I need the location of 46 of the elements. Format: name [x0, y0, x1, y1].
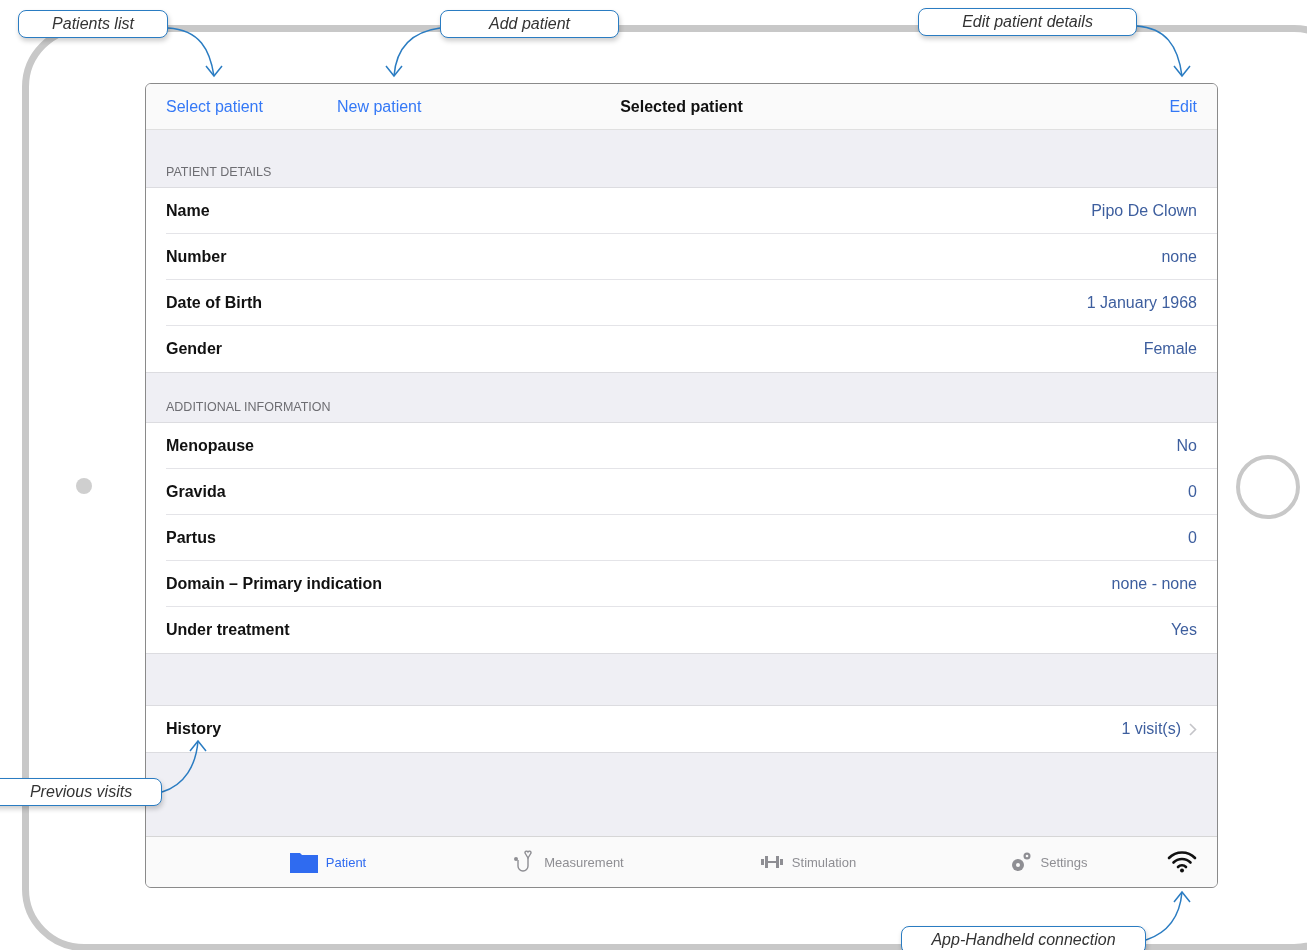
callout-arrow [1145, 890, 1191, 941]
row-label: Date of Birth [166, 293, 262, 312]
row-label: Name [166, 201, 210, 220]
row-value: 1 visit(s) [1121, 720, 1181, 738]
section-header: PATIENT DETAILS [166, 165, 272, 179]
row-value: Female [1143, 340, 1197, 358]
row-value: Pipo De Clown [1091, 201, 1197, 220]
nav-link[interactable]: Select patient [166, 97, 263, 116]
callout-label: Previous visits [0, 778, 162, 806]
camera-dot [76, 478, 92, 494]
row-label: Number [166, 247, 227, 266]
row-value: 1 January 1968 [1086, 293, 1197, 312]
section-header: ADDITIONAL INFORMATION [166, 400, 331, 414]
callout-label: Patients list [18, 10, 168, 38]
wifi-icon[interactable] [1167, 851, 1197, 873]
chevron-icon [1189, 722, 1197, 736]
row-value: Yes [1170, 621, 1197, 639]
row-label: Partus [166, 528, 216, 547]
tab[interactable]: Stimulation [688, 842, 928, 882]
row-label: Gender [166, 340, 222, 358]
row-label: Gravida [166, 482, 226, 501]
row-value: none [1161, 247, 1197, 266]
row-value: 0 [1188, 528, 1197, 547]
history-row[interactable]: History 1 visit(s) [146, 706, 1217, 753]
callout-arrow [167, 27, 223, 78]
row-value: No [1176, 436, 1197, 455]
dumbbell-icon [759, 855, 784, 869]
edit-link[interactable]: Edit [1169, 97, 1197, 116]
row-value: none - none [1111, 574, 1197, 593]
row-label: Menopause [166, 436, 254, 455]
row-label: History [166, 720, 222, 738]
callout-label: App-Handheld connection [901, 926, 1146, 950]
callout-arrow [385, 27, 441, 78]
tab[interactable]: Measurement [448, 842, 688, 882]
nav-link[interactable]: New patient [336, 97, 422, 116]
callout-label: Edit patient details [918, 8, 1137, 36]
tab[interactable]: Patient [208, 842, 448, 882]
callout-arrow [161, 739, 207, 793]
tab[interactable]: Settings [928, 842, 1168, 882]
row-label: Under treatment [166, 621, 290, 639]
screen-title: Selected patient [620, 97, 743, 115]
callout-arrow [1136, 25, 1191, 78]
callout-label: Add patient [440, 10, 619, 38]
row-label: Domain – Primary indication [166, 574, 383, 593]
row-value: 0 [1188, 482, 1197, 501]
folder-icon [289, 851, 318, 873]
